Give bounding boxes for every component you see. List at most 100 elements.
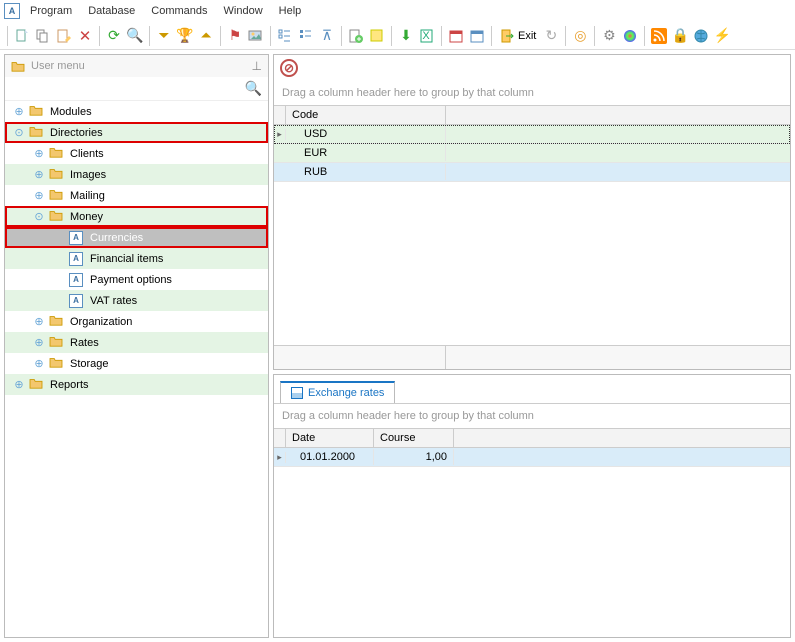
flag-icon[interactable]: ⚑ — [225, 26, 245, 46]
note-icon[interactable] — [367, 26, 387, 46]
menu-item-database[interactable]: Database — [80, 2, 143, 20]
grid-row[interactable]: ▸USD — [274, 125, 790, 144]
tree-item-organization[interactable]: ⊕Organization — [5, 311, 268, 332]
location-icon[interactable]: ◎ — [570, 26, 590, 46]
document-icon: A — [69, 231, 83, 245]
folder-icon — [49, 188, 63, 203]
tree-item-storage[interactable]: ⊕Storage — [5, 353, 268, 374]
menu-item-window[interactable]: Window — [216, 2, 271, 20]
folder-icon — [49, 314, 63, 329]
table-icon — [291, 387, 303, 399]
lock-icon[interactable]: 🔒 — [670, 26, 690, 46]
tree-item-reports[interactable]: ⊕ Reports — [5, 374, 268, 395]
uncheck-icon[interactable] — [296, 26, 316, 46]
cell-code: EUR — [286, 145, 446, 161]
tree-item-vat-rates[interactable]: A VAT rates — [5, 290, 268, 311]
filter-trophy-icon[interactable]: 🏆 — [175, 26, 195, 46]
add-column-icon[interactable] — [346, 26, 366, 46]
filter-icon[interactable]: ⏷ — [154, 26, 174, 46]
cell-code: RUB — [286, 164, 446, 180]
document-icon: A — [69, 273, 83, 287]
history-icon[interactable]: ↻ — [541, 26, 561, 46]
folder-icon — [49, 167, 63, 182]
cell-course: 1,00 — [374, 449, 454, 465]
tree-item-currencies[interactable]: A Currencies — [5, 227, 268, 248]
settings-icon[interactable]: ⚙ — [599, 26, 619, 46]
plug-icon[interactable]: ⚡ — [712, 26, 732, 46]
tree-label: Currencies — [90, 232, 143, 244]
search-icon[interactable]: 🔍 — [125, 26, 145, 46]
expand-plus-icon[interactable]: ⊕ — [32, 336, 46, 349]
sidebar-header: User menu ⊥ — [5, 55, 268, 77]
expand-plus-icon[interactable]: ⊕ — [32, 168, 46, 181]
import-icon[interactable]: ⬇ — [396, 26, 416, 46]
menubar: A ProgramDatabaseCommandsWindowHelp — [0, 0, 795, 22]
menu-item-program[interactable]: Program — [22, 2, 80, 20]
filter-clear-icon[interactable]: ⏶ — [196, 26, 216, 46]
grid-footer — [274, 345, 790, 369]
folder-icon — [29, 377, 43, 392]
tree-item-financial-items[interactable]: AFinancial items — [5, 248, 268, 269]
grid-header-bottom: Date Course — [274, 429, 790, 448]
tree-label: VAT rates — [90, 295, 137, 307]
group-by-hint-bottom: Drag a column header here to group by th… — [274, 403, 790, 428]
grid-row[interactable]: ▸01.01.20001,00 — [274, 448, 790, 467]
chevron-down-icon[interactable]: ⊙ — [32, 210, 46, 223]
sidebar-title: User menu — [31, 60, 85, 72]
currencies-grid-panel: ⊘ Drag a column header here to group by … — [273, 54, 791, 370]
tree-item-payment-options[interactable]: APayment options — [5, 269, 268, 290]
row-indicator-icon: ▸ — [274, 129, 286, 140]
expand-plus-icon[interactable]: ⊕ — [32, 315, 46, 328]
image-icon[interactable] — [246, 26, 266, 46]
sidebar-search-icon[interactable]: 🔍 — [245, 80, 262, 97]
column-header-code[interactable]: Code — [286, 106, 446, 124]
collapse-icon[interactable]: ⊼ — [317, 26, 337, 46]
tree-item-mailing[interactable]: ⊕Mailing — [5, 185, 268, 206]
tab-exchange-rates[interactable]: Exchange rates — [280, 381, 395, 403]
copy-icon[interactable] — [33, 26, 53, 46]
checklist-icon[interactable] — [275, 26, 295, 46]
delete-icon[interactable]: ✕ — [75, 26, 95, 46]
column-header-date[interactable]: Date — [286, 429, 374, 447]
tree-item-clients[interactable]: ⊕Clients — [5, 143, 268, 164]
expand-plus-icon[interactable]: ⊕ — [12, 105, 26, 118]
tree-item-images[interactable]: ⊕Images — [5, 164, 268, 185]
expand-plus-icon[interactable]: ⊕ — [32, 189, 46, 202]
tree-label: Financial items — [90, 253, 163, 265]
new-icon[interactable] — [12, 26, 32, 46]
tree-item-money[interactable]: ⊙ Money — [5, 206, 268, 227]
grid-row[interactable]: EUR — [274, 144, 790, 163]
column-header-course[interactable]: Course — [374, 429, 454, 447]
menu-item-commands[interactable]: Commands — [143, 2, 215, 20]
edit-icon[interactable] — [54, 26, 74, 46]
tree-label: Modules — [50, 106, 92, 118]
calendar-plus-icon[interactable] — [467, 26, 487, 46]
tree-label: Money — [70, 211, 103, 223]
pin-icon[interactable]: ⊥ — [252, 59, 262, 73]
expand-plus-icon[interactable]: ⊕ — [32, 147, 46, 160]
export-excel-icon[interactable]: X — [417, 26, 437, 46]
expand-plus-icon[interactable]: ⊕ — [12, 378, 26, 391]
calendar-icon[interactable] — [446, 26, 466, 46]
tree-item-directories[interactable]: ⊙Directories — [5, 122, 268, 143]
chevron-down-icon[interactable]: ⊙ — [12, 126, 26, 139]
globe-icon[interactable] — [691, 26, 711, 46]
expand-plus-icon[interactable]: ⊕ — [32, 357, 46, 370]
exit-label: Exit — [518, 30, 536, 42]
document-icon: A — [69, 294, 83, 308]
rss-icon[interactable] — [649, 26, 669, 46]
exit-button[interactable]: Exit — [496, 28, 540, 44]
folder-icon — [29, 104, 43, 119]
tree-item-modules[interactable]: ⊕ Modules — [5, 101, 268, 122]
folder-icon — [29, 125, 43, 140]
menu-item-help[interactable]: Help — [271, 2, 310, 20]
folder-icon — [49, 146, 63, 161]
refresh-icon[interactable]: ⟳ — [104, 26, 124, 46]
exchange-rates-panel: Exchange rates Drag a column header here… — [273, 374, 791, 638]
tree-item-rates[interactable]: ⊕Rates — [5, 332, 268, 353]
stop-icon[interactable]: ⊘ — [280, 59, 298, 77]
grid-row[interactable]: RUB — [274, 163, 790, 182]
folder-icon — [49, 356, 63, 371]
color-icon[interactable] — [620, 26, 640, 46]
tree-label: Reports — [50, 379, 89, 391]
